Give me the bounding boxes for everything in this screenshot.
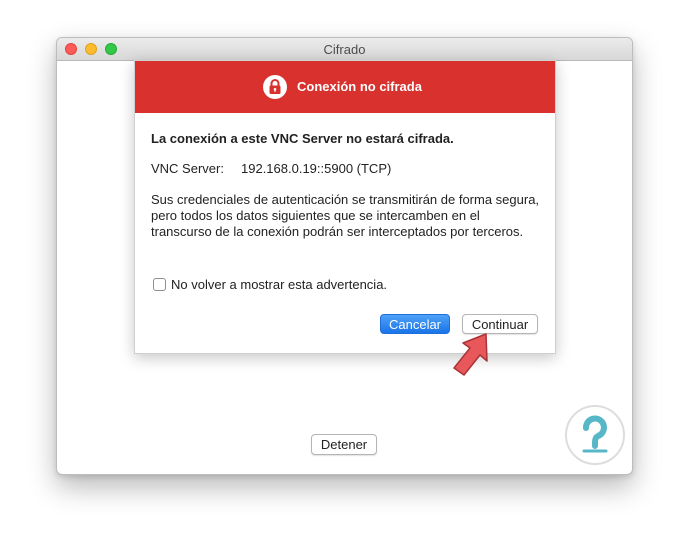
unencrypted-connection-dialog: Conexión no cifrada La conexión a este V… <box>134 60 556 354</box>
dialog-header: Conexión no cifrada <box>135 61 555 113</box>
dialog-heading: La conexión a este VNC Server no estará … <box>151 131 454 146</box>
warning-message: Sus credenciales de autenticación se tra… <box>151 192 540 239</box>
dont-show-again-checkbox[interactable] <box>153 278 166 291</box>
server-label: VNC Server: <box>151 161 224 176</box>
watermark-logo-icon <box>565 405 625 465</box>
lock-icon <box>263 75 287 99</box>
server-address: 192.168.0.19::5900 (TCP) <box>241 161 392 176</box>
window-titlebar[interactable]: Cifrado <box>57 38 632 61</box>
dialog-title: Conexión no cifrada <box>297 79 422 94</box>
cancel-button[interactable]: Cancelar <box>380 314 450 334</box>
dont-show-again-label[interactable]: No volver a mostrar esta advertencia. <box>171 277 387 292</box>
window-title: Cifrado <box>323 42 366 57</box>
pointer-arrow-icon <box>453 333 488 376</box>
stop-button[interactable]: Detener <box>311 434 377 455</box>
